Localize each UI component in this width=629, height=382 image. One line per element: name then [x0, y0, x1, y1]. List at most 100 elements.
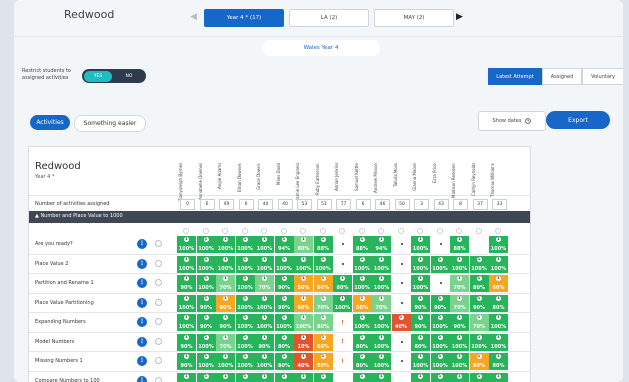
score-cell[interactable]	[430, 236, 450, 253]
score-cell[interactable]: 100% 1	[430, 255, 450, 273]
score-cell[interactable]: 80% 1	[333, 275, 352, 292]
student-select-radio[interactable]	[397, 228, 404, 234]
score-cell[interactable]: 50% 1	[313, 353, 333, 370]
score-cell[interactable]	[391, 294, 411, 312]
activities-filter[interactable]: Activities	[30, 115, 70, 130]
score-cell[interactable]: 100% 1	[255, 294, 274, 312]
score-cell[interactable]: !	[333, 333, 352, 351]
score-cell[interactable]: !	[333, 353, 352, 370]
score-cell[interactable]: 100% 1	[489, 255, 508, 273]
student-name[interactable]: Annabelle Downes	[198, 163, 215, 203]
score-cell[interactable]	[391, 353, 411, 370]
score-cell[interactable]: 100% 1	[313, 255, 333, 273]
score-cell[interactable]: 100% 1	[333, 294, 352, 312]
score-cell[interactable]: 100% 1	[411, 236, 430, 253]
score-cell[interactable]: 100% 1	[411, 353, 430, 370]
score-cell[interactable]: 100% 1	[430, 333, 450, 351]
score-cell[interactable]: 70% 1	[450, 294, 469, 312]
score-cell[interactable]	[391, 333, 411, 351]
score-cell[interactable]: 1	[216, 372, 235, 382]
score-cell[interactable]: 1	[177, 372, 196, 382]
tab-year4[interactable]: Year 4 * (17)	[204, 9, 284, 27]
score-cell[interactable]: 100% 1	[235, 236, 255, 253]
score-cell[interactable]: 70% 1	[313, 294, 333, 312]
student-name[interactable]: Ezra Price	[432, 163, 449, 203]
student-select-radio[interactable]	[495, 228, 501, 234]
more-options-icon[interactable]: ⋮	[137, 278, 147, 288]
show-dates-button[interactable]: Show dates	[478, 111, 546, 131]
score-cell[interactable]: 80% 1	[313, 314, 333, 331]
score-cell[interactable]: 60% 1	[313, 333, 333, 351]
score-cell[interactable]: 94% 1	[274, 236, 294, 253]
score-cell[interactable]: 100% 1	[177, 294, 196, 312]
score-cell[interactable]: 80% 1	[352, 333, 372, 351]
score-cell[interactable]: 100% 1	[450, 353, 469, 370]
student-select-radio[interactable]	[261, 228, 267, 234]
score-cell[interactable]: 100% 1	[450, 333, 469, 351]
score-cell[interactable]: 88% 1	[313, 236, 333, 253]
assigned-button[interactable]: Assigned	[542, 68, 582, 85]
score-cell[interactable]: 90% 1	[430, 294, 450, 312]
score-cell[interactable]: 80% 1	[489, 294, 508, 312]
score-cell[interactable]: 70% 1	[450, 275, 469, 292]
score-cell[interactable]: 100% 1	[196, 236, 216, 253]
student-name[interactable]: Jamie Lee England	[295, 163, 312, 203]
score-cell[interactable]: 1	[255, 372, 274, 382]
restrict-toggle[interactable]: YES NO	[82, 69, 146, 83]
score-cell[interactable]: 100% 1	[255, 255, 274, 273]
score-cell[interactable]: 100% 1	[430, 314, 450, 331]
score-cell[interactable]: 80% 1	[255, 333, 274, 351]
score-cell[interactable]: 100% 1	[235, 255, 255, 273]
score-cell[interactable]: 50% 1	[294, 275, 313, 292]
student-name[interactable]: Miles Dodd	[276, 163, 293, 203]
score-cell[interactable]: 90% 1	[177, 275, 196, 292]
group-row[interactable]: ▲ Number and Place Value to 1000	[29, 211, 530, 223]
score-cell[interactable]: 70% 1	[255, 275, 274, 292]
student-select-radio[interactable]	[378, 228, 384, 234]
score-cell[interactable]	[333, 372, 352, 382]
student-select-radio[interactable]	[222, 228, 228, 234]
student-name[interactable]: Angie Adams	[217, 163, 234, 203]
score-cell[interactable]: 70% 1	[216, 333, 235, 351]
activity-select-radio[interactable]	[155, 298, 162, 306]
score-cell[interactable]: 90% 1	[469, 294, 489, 312]
student-select-radio[interactable]	[183, 228, 189, 234]
latest-attempt-button[interactable]: Latest Attempt	[488, 68, 542, 85]
score-cell[interactable]: 100% 1	[177, 314, 196, 331]
score-cell[interactable]: 1	[313, 372, 333, 382]
score-cell[interactable]: 100% 1	[469, 255, 489, 273]
score-cell[interactable]: 100% 1	[255, 236, 274, 253]
student-name[interactable]: Thomas Williams	[490, 163, 507, 203]
score-cell[interactable]: 100% 1	[294, 314, 313, 331]
score-cell[interactable]: 80% 1	[274, 333, 294, 351]
student-select-radio[interactable]	[436, 228, 443, 234]
score-cell[interactable]	[333, 255, 352, 273]
score-cell[interactable]: 100% 1	[372, 333, 391, 351]
score-cell[interactable]	[391, 372, 411, 382]
more-options-icon[interactable]: ⋮	[137, 375, 147, 382]
student-name[interactable]: Ethan Downes	[237, 163, 254, 203]
student-select-radio[interactable]	[300, 228, 306, 234]
curriculum-selector[interactable]: Wales Year 4	[262, 40, 380, 56]
score-cell[interactable]	[391, 255, 411, 273]
score-cell[interactable]: 100% 1	[235, 353, 255, 370]
score-cell[interactable]: 100% 1	[411, 275, 430, 292]
score-cell[interactable]: 80% 1	[469, 275, 489, 292]
activity-select-radio[interactable]	[155, 279, 162, 286]
more-options-icon[interactable]: ⋮	[137, 239, 147, 249]
score-cell[interactable]: 100% 1	[235, 333, 255, 351]
toggle-no[interactable]: NO	[112, 74, 146, 79]
score-cell[interactable]: 60% 1	[313, 275, 333, 292]
export-button[interactable]: Export	[546, 111, 610, 129]
student-name[interactable]: Adrian Jenkins	[334, 163, 351, 203]
student-name[interactable]: Tallula Moss	[393, 163, 410, 203]
score-cell[interactable]: 100% 1	[177, 255, 196, 273]
student-name[interactable]: Grace Downs	[256, 163, 273, 203]
score-cell[interactable]: 100% 1	[196, 255, 216, 273]
score-cell[interactable]: 100% 1	[196, 333, 216, 351]
score-cell[interactable]: 100% 1	[372, 255, 391, 273]
score-cell[interactable]: 70% 1	[469, 314, 489, 331]
score-cell[interactable]: 1	[489, 372, 508, 382]
more-options-icon[interactable]: ⋮	[137, 356, 147, 366]
score-cell[interactable]: 90% 1	[450, 314, 469, 331]
